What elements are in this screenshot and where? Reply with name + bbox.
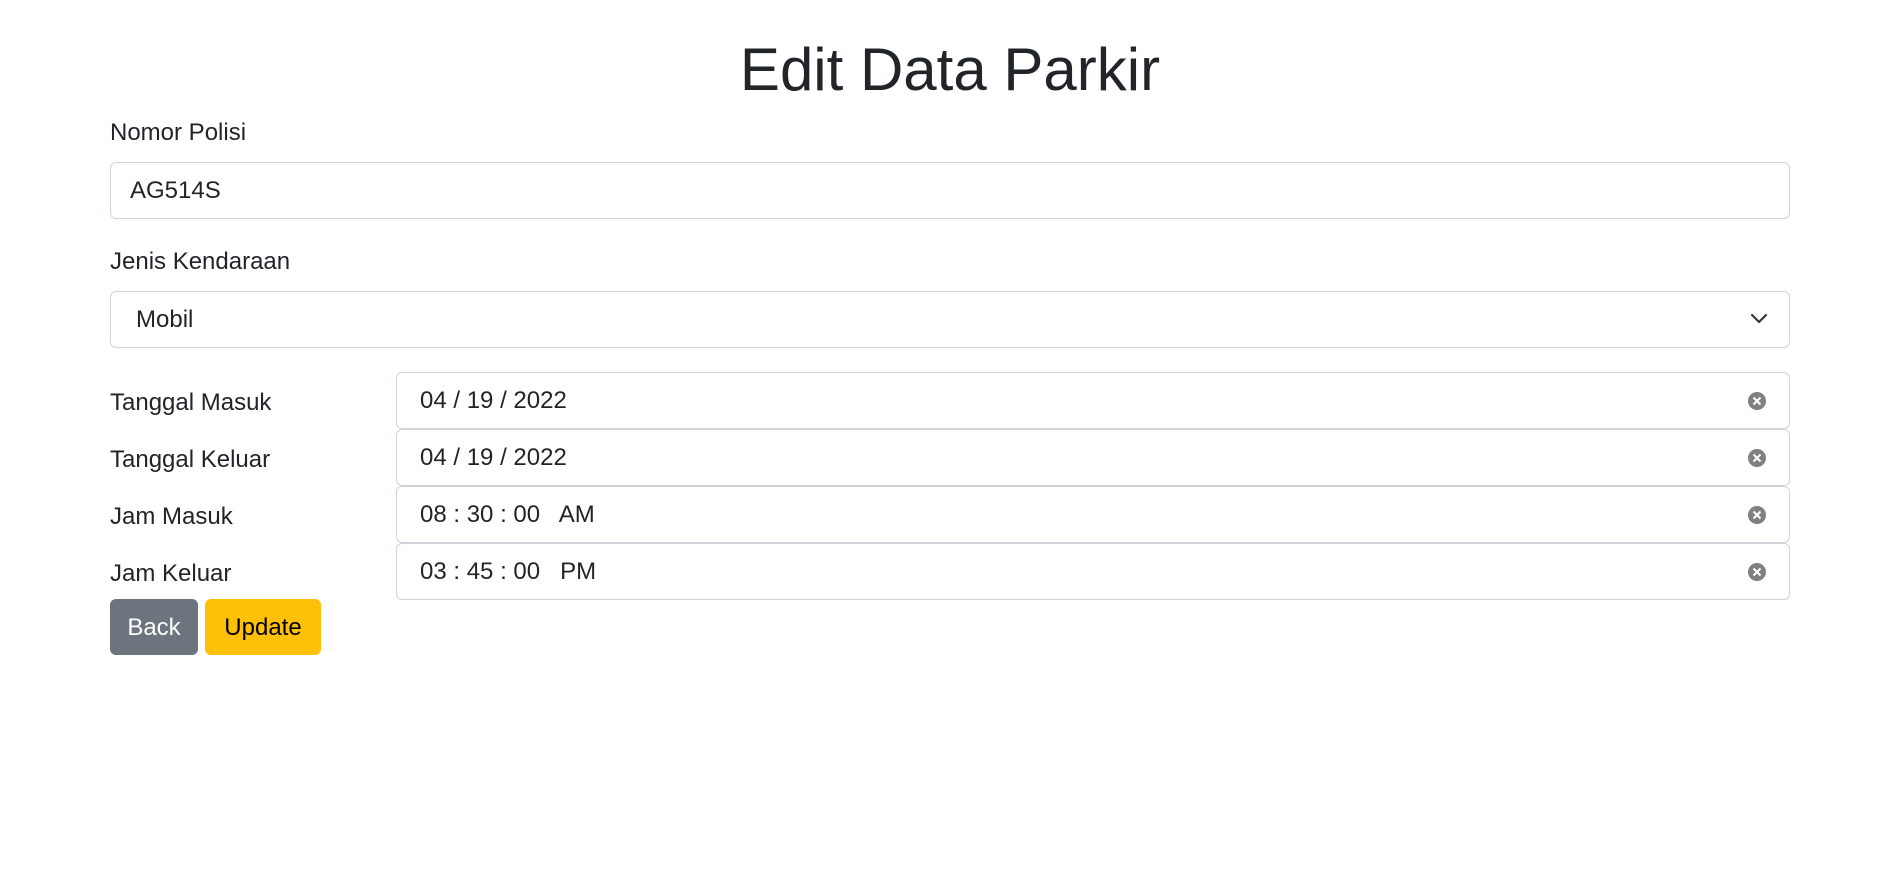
back-button[interactable]: Back: [110, 599, 198, 655]
tanggal-masuk-input[interactable]: 04 / 19 / 2022: [396, 372, 1790, 429]
update-button[interactable]: Update: [205, 599, 321, 655]
tanggal-masuk-value: 04 / 19 / 2022: [420, 386, 567, 414]
jenis-kendaraan-select[interactable]: Mobil: [110, 291, 1790, 348]
tanggal-masuk-label: Tanggal Masuk: [110, 389, 272, 416]
clear-icon[interactable]: [1747, 448, 1767, 468]
chevron-down-icon: [1750, 313, 1768, 323]
clear-icon[interactable]: [1747, 391, 1767, 411]
tanggal-keluar-input[interactable]: 04 / 19 / 2022: [396, 429, 1790, 486]
jenis-kendaraan-selected: Mobil: [136, 305, 194, 333]
jam-keluar-input[interactable]: 03 : 45 : 00 PM: [396, 543, 1790, 600]
nomor-polisi-label: Nomor Polisi: [110, 119, 247, 146]
nomor-polisi-input[interactable]: AG514S: [110, 162, 1790, 219]
clear-icon[interactable]: [1747, 505, 1767, 525]
jam-keluar-value: 03 : 45 : 00 PM: [420, 557, 597, 585]
tanggal-keluar-label: Tanggal Keluar: [110, 446, 271, 473]
jam-keluar-label: Jam Keluar: [110, 560, 232, 587]
jenis-kendaraan-label: Jenis Kendaraan: [110, 248, 291, 275]
tanggal-keluar-value: 04 / 19 / 2022: [420, 443, 567, 471]
jam-masuk-label: Jam Masuk: [110, 503, 233, 530]
nomor-polisi-value: AG514S: [130, 176, 221, 204]
jam-masuk-value: 08 : 30 : 00 AM: [420, 500, 595, 528]
jam-masuk-input[interactable]: 08 : 30 : 00 AM: [396, 486, 1790, 543]
page-title: Edit Data Parkir: [739, 36, 1161, 103]
clear-icon[interactable]: [1747, 562, 1767, 582]
